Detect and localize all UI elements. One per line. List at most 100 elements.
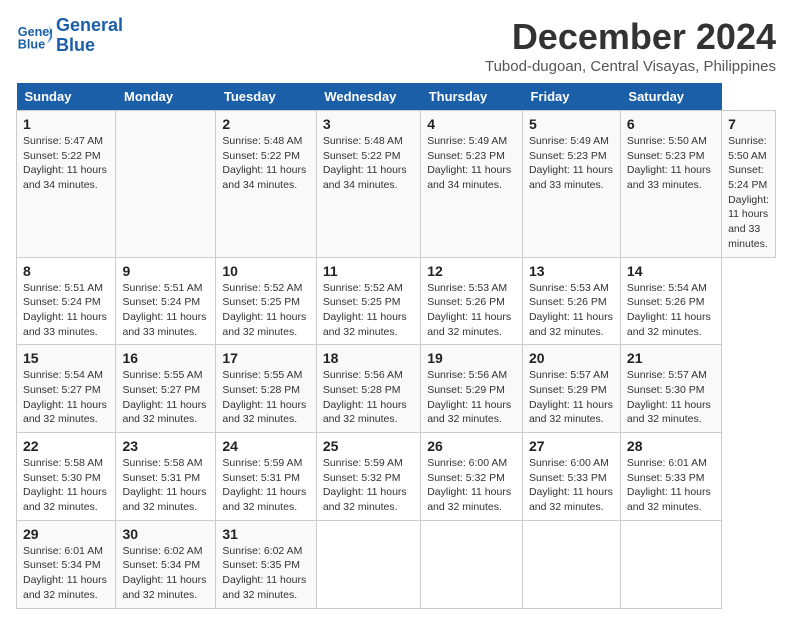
day-number: 2 — [222, 116, 309, 132]
day-number: 18 — [323, 350, 414, 366]
calendar-cell — [620, 520, 721, 608]
header-friday: Friday — [522, 83, 620, 111]
calendar-cell: 25 Sunrise: 5:59 AMSunset: 5:32 PMDayligh… — [316, 433, 420, 521]
day-detail: Sunrise: 5:55 AMSunset: 5:27 PMDaylight:… — [122, 369, 206, 425]
header-sunday: Sunday — [17, 83, 116, 111]
header-tuesday: Tuesday — [216, 83, 316, 111]
day-detail: Sunrise: 5:50 AMSunset: 5:23 PMDaylight:… — [627, 135, 711, 191]
day-number: 31 — [222, 526, 309, 542]
day-detail: Sunrise: 5:48 AMSunset: 5:22 PMDaylight:… — [222, 135, 306, 191]
day-number: 29 — [23, 526, 109, 542]
calendar-cell: 19 Sunrise: 5:56 AMSunset: 5:29 PMDayligh… — [421, 345, 523, 433]
day-detail: Sunrise: 5:57 AMSunset: 5:29 PMDaylight:… — [529, 369, 613, 425]
day-number: 19 — [427, 350, 516, 366]
day-number: 6 — [627, 116, 715, 132]
day-detail: Sunrise: 5:54 AMSunset: 5:26 PMDaylight:… — [627, 282, 711, 338]
calendar-cell-7: 6 Sunrise: 5:50 AMSunset: 5:23 PMDaylight… — [620, 111, 721, 258]
header-thursday: Thursday — [421, 83, 523, 111]
calendar-cell: 20Sunrise: 5:57 AMSunset: 5:29 PMDayligh… — [522, 345, 620, 433]
day-detail: Sunrise: 5:55 AMSunset: 5:28 PMDaylight:… — [222, 369, 306, 425]
calendar-cell: 31 Sunrise: 6:02 AMSunset: 5:35 PMDayligh… — [216, 520, 316, 608]
day-number: 5 — [529, 116, 614, 132]
day-number: 13 — [529, 263, 614, 279]
day-number: 16 — [122, 350, 209, 366]
calendar-cell: 14 Sunrise: 5:54 AMSunset: 5:26 PMDayligh… — [620, 257, 721, 345]
calendar-cell: 8Sunrise: 5:51 AMSunset: 5:24 PMDaylight… — [17, 257, 116, 345]
calendar-cell: 24 Sunrise: 5:59 AMSunset: 5:31 PMDayligh… — [216, 433, 316, 521]
day-number: 26 — [427, 438, 516, 454]
calendar-table: SundayMondayTuesdayWednesdayThursdayFrid… — [16, 83, 776, 609]
calendar-cell: 17 Sunrise: 5:55 AMSunset: 5:28 PMDayligh… — [216, 345, 316, 433]
day-number: 24 — [222, 438, 309, 454]
day-number: 9 — [122, 263, 209, 279]
calendar-cell-8: 7 Sunrise: 5:50 AMSunset: 5:24 PMDaylight… — [722, 111, 776, 258]
calendar-cell: 22Sunrise: 5:58 AMSunset: 5:30 PMDayligh… — [17, 433, 116, 521]
day-number: 17 — [222, 350, 309, 366]
day-detail: Sunrise: 5:59 AMSunset: 5:32 PMDaylight:… — [323, 457, 407, 513]
title-area: December 2024 Tubod-dugoan, Central Visa… — [485, 16, 776, 75]
day-detail: Sunrise: 5:51 AMSunset: 5:24 PMDaylight:… — [23, 282, 107, 338]
logo-line1: General — [56, 15, 123, 35]
day-detail: Sunrise: 5:49 AMSunset: 5:23 PMDaylight:… — [529, 135, 613, 191]
logo-text: General Blue — [56, 16, 123, 56]
header-monday: Monday — [116, 83, 216, 111]
day-detail: Sunrise: 5:53 AMSunset: 5:26 PMDaylight:… — [427, 282, 511, 338]
logo-line2: Blue — [56, 35, 95, 55]
calendar-cell: 11 Sunrise: 5:52 AMSunset: 5:25 PMDayligh… — [316, 257, 420, 345]
calendar-cell-5: 4Sunrise: 5:49 AMSunset: 5:23 PMDaylight… — [421, 111, 523, 258]
day-number: 21 — [627, 350, 715, 366]
day-number: 23 — [122, 438, 209, 454]
day-detail: Sunrise: 5:53 AMSunset: 5:26 PMDaylight:… — [529, 282, 613, 338]
calendar-week-1: 1 Sunrise: 5:47 AMSunset: 5:22 PMDaylight… — [17, 111, 776, 258]
day-number: 15 — [23, 350, 109, 366]
day-number: 27 — [529, 438, 614, 454]
day-detail: Sunrise: 5:58 AMSunset: 5:30 PMDaylight:… — [23, 457, 107, 513]
logo-icon: General Blue — [16, 18, 52, 54]
calendar-cell — [421, 520, 523, 608]
calendar-week-4: 22Sunrise: 5:58 AMSunset: 5:30 PMDayligh… — [17, 433, 776, 521]
calendar-cell: 27Sunrise: 6:00 AMSunset: 5:33 PMDayligh… — [522, 433, 620, 521]
calendar-cell — [522, 520, 620, 608]
day-detail: Sunrise: 6:01 AMSunset: 5:34 PMDaylight:… — [23, 545, 107, 601]
calendar-cell: 16 Sunrise: 5:55 AMSunset: 5:27 PMDayligh… — [116, 345, 216, 433]
calendar-cell-4: 3Sunrise: 5:48 AMSunset: 5:22 PMDaylight… — [316, 111, 420, 258]
day-number: 3 — [323, 116, 414, 132]
day-detail: Sunrise: 5:49 AMSunset: 5:23 PMDaylight:… — [427, 135, 511, 191]
day-detail: Sunrise: 5:59 AMSunset: 5:31 PMDaylight:… — [222, 457, 306, 513]
calendar-cell: 18Sunrise: 5:56 AMSunset: 5:28 PMDayligh… — [316, 345, 420, 433]
day-detail: Sunrise: 5:51 AMSunset: 5:24 PMDaylight:… — [122, 282, 206, 338]
calendar-cell: 12 Sunrise: 5:53 AMSunset: 5:26 PMDayligh… — [421, 257, 523, 345]
day-detail: Sunrise: 5:52 AMSunset: 5:25 PMDaylight:… — [323, 282, 407, 338]
day-number: 1 — [23, 116, 109, 132]
svg-text:Blue: Blue — [18, 37, 45, 51]
day-number: 28 — [627, 438, 715, 454]
calendar-title: December 2024 — [485, 16, 776, 58]
day-detail: Sunrise: 6:02 AMSunset: 5:34 PMDaylight:… — [122, 545, 206, 601]
day-number: 12 — [427, 263, 516, 279]
day-detail: Sunrise: 6:02 AMSunset: 5:35 PMDaylight:… — [222, 545, 306, 601]
calendar-cell-6: 5 Sunrise: 5:49 AMSunset: 5:23 PMDaylight… — [522, 111, 620, 258]
day-number: 25 — [323, 438, 414, 454]
header-saturday: Saturday — [620, 83, 721, 111]
calendar-subtitle: Tubod-dugoan, Central Visayas, Philippin… — [485, 58, 776, 75]
calendar-cell-3: 2 Sunrise: 5:48 AMSunset: 5:22 PMDaylight… — [216, 111, 316, 258]
day-number: 11 — [323, 263, 414, 279]
calendar-cell-1: 1 Sunrise: 5:47 AMSunset: 5:22 PMDaylight… — [17, 111, 116, 258]
day-number: 30 — [122, 526, 209, 542]
day-number: 10 — [222, 263, 309, 279]
day-detail: Sunrise: 5:47 AMSunset: 5:22 PMDaylight:… — [23, 135, 107, 191]
calendar-cell-2 — [116, 111, 216, 258]
header-wednesday: Wednesday — [316, 83, 420, 111]
logo: General Blue General Blue — [16, 16, 123, 56]
calendar-cell — [316, 520, 420, 608]
day-number: 7 — [728, 116, 769, 132]
calendar-cell: 30 Sunrise: 6:02 AMSunset: 5:34 PMDayligh… — [116, 520, 216, 608]
day-detail: Sunrise: 5:50 AMSunset: 5:24 PMDaylight:… — [728, 135, 769, 250]
day-detail: Sunrise: 5:56 AMSunset: 5:29 PMDaylight:… — [427, 369, 511, 425]
day-number: 14 — [627, 263, 715, 279]
calendar-cell: 9 Sunrise: 5:51 AMSunset: 5:24 PMDaylight… — [116, 257, 216, 345]
calendar-cell: 13 Sunrise: 5:53 AMSunset: 5:26 PMDayligh… — [522, 257, 620, 345]
calendar-cell: 15Sunrise: 5:54 AMSunset: 5:27 PMDayligh… — [17, 345, 116, 433]
calendar-cell: 26Sunrise: 6:00 AMSunset: 5:32 PMDayligh… — [421, 433, 523, 521]
calendar-cell: 28Sunrise: 6:01 AMSunset: 5:33 PMDayligh… — [620, 433, 721, 521]
